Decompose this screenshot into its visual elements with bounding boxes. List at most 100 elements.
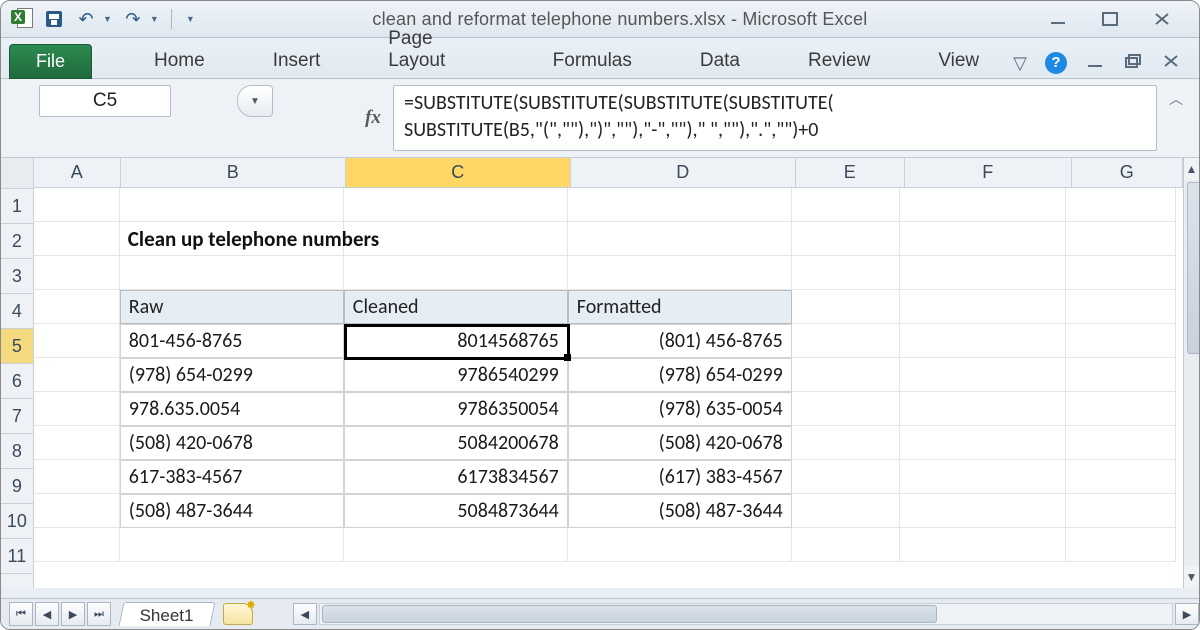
cell-cleaned[interactable]: 8014568765	[344, 324, 568, 358]
col-header[interactable]: E	[796, 158, 905, 188]
redo-icon: ↷	[125, 10, 140, 28]
col-header[interactable]: G	[1072, 158, 1183, 188]
vertical-scrollbar[interactable]: ▲ ▼	[1183, 158, 1199, 588]
formula-text: =SUBSTITUTE(SUBSTITUTE(SUBSTITUTE(SUBSTI…	[404, 91, 834, 142]
table-header-cleaned[interactable]: Cleaned	[344, 290, 568, 324]
redo-button[interactable]: ↷	[122, 8, 144, 30]
formula-bar-expand[interactable]: ︿	[1163, 85, 1189, 151]
cell-formatted[interactable]: (978) 635-0054	[568, 392, 792, 426]
save-button[interactable]	[43, 8, 65, 30]
row-header[interactable]: 9	[1, 469, 33, 504]
name-box-dropdown[interactable]: ▼	[237, 85, 273, 117]
cell-raw[interactable]: 978.635.0054	[120, 392, 344, 426]
col-header[interactable]: C	[346, 158, 571, 188]
column-headers: A B C D E F G	[34, 158, 1183, 188]
tab-view[interactable]: View	[924, 44, 993, 78]
cell-cleaned[interactable]: 5084200678	[344, 426, 568, 460]
sheet-nav-next[interactable]: ▶	[61, 602, 85, 626]
sheet-tab-label: Sheet1	[140, 606, 194, 626]
sheet-tab-sheet1[interactable]: Sheet1	[118, 602, 215, 626]
cell-formatted[interactable]: (508) 420-0678	[568, 426, 792, 460]
minimize-button[interactable]	[1045, 9, 1071, 29]
row-header[interactable]: 5	[1, 329, 33, 364]
row-header[interactable]: 11	[1, 539, 33, 574]
hscroll-track[interactable]	[319, 603, 1173, 625]
cell-formatted[interactable]: (617) 383-4567	[568, 460, 792, 494]
worksheet-grid[interactable]: 1 2 3 4 5 6 7 8 9 10 11 A B C D E F G	[1, 158, 1199, 588]
workbook-restore-button[interactable]	[1123, 53, 1143, 74]
window-title: clean and reformat telephone numbers.xls…	[195, 9, 1045, 30]
cell-raw[interactable]: 617-383-4567	[120, 460, 344, 494]
horizontal-scrollbar[interactable]: ◀ ▶	[283, 599, 1199, 629]
scroll-down-button[interactable]: ▼	[1184, 566, 1199, 588]
tab-home[interactable]: Home	[140, 44, 219, 78]
sheet-nav-last[interactable]: ⏭	[87, 602, 111, 626]
sheet-nav-first[interactable]: ⏮	[9, 602, 33, 626]
scroll-right-button[interactable]: ▶	[1175, 603, 1199, 625]
name-box[interactable]: C5	[39, 85, 171, 117]
cell-raw[interactable]: (508) 487-3644	[120, 494, 344, 528]
new-sheet-button[interactable]	[223, 603, 253, 625]
sheet-nav-prev[interactable]: ◀	[35, 602, 59, 626]
row-header[interactable]: 1	[1, 189, 33, 224]
quick-access-toolbar: X ↶ ▼ ↷ ▼ ▼	[1, 8, 195, 30]
scroll-up-button[interactable]: ▲	[1184, 158, 1199, 180]
row-header[interactable]: 6	[1, 364, 33, 399]
cell-cleaned[interactable]: 9786350054	[344, 392, 568, 426]
vscroll-thumb[interactable]	[1187, 182, 1200, 354]
row-header[interactable]: 10	[1, 504, 33, 539]
undo-dropdown[interactable]: ▼	[103, 14, 112, 24]
row-headers: 1 2 3 4 5 6 7 8 9 10 11	[1, 158, 34, 588]
formula-bar[interactable]: =SUBSTITUTE(SUBSTITUTE(SUBSTITUTE(SUBSTI…	[393, 85, 1157, 151]
hscroll-thumb[interactable]	[322, 605, 938, 623]
help-button[interactable]: ?	[1045, 52, 1067, 74]
cell-raw[interactable]: (508) 420-0678	[120, 426, 344, 460]
scroll-left-button[interactable]: ◀	[293, 603, 317, 625]
window-controls	[1045, 9, 1199, 29]
close-button[interactable]	[1149, 9, 1175, 29]
fx-label[interactable]: fx	[353, 85, 393, 151]
row-header[interactable]: 4	[1, 294, 33, 329]
cells-area[interactable]: Clean up telephone numbers Raw Cleaned F…	[34, 188, 1183, 562]
qat-customize-dropdown[interactable]: ▼	[186, 14, 195, 24]
sheet-title[interactable]: Clean up telephone numbers	[120, 222, 344, 256]
cell-formatted[interactable]: (508) 487-3644	[568, 494, 792, 528]
col-header[interactable]: D	[571, 158, 796, 188]
ribbon-minimize-icon[interactable]: ▽	[1013, 53, 1027, 74]
col-header[interactable]: B	[121, 158, 346, 188]
row-header[interactable]: 7	[1, 399, 33, 434]
cell-formatted[interactable]: (978) 654-0299	[568, 358, 792, 392]
cell-raw[interactable]: (978) 654-0299	[120, 358, 344, 392]
row-header[interactable]: 2	[1, 224, 33, 259]
qat-separator	[171, 9, 172, 29]
cell-formatted[interactable]: (801) 456-8765	[568, 324, 792, 358]
select-all-corner[interactable]	[1, 158, 33, 189]
file-tab[interactable]: File	[9, 44, 92, 79]
redo-dropdown[interactable]: ▼	[150, 14, 159, 24]
table-header-formatted[interactable]: Formatted	[568, 290, 792, 324]
cell-cleaned[interactable]: 6173834567	[344, 460, 568, 494]
col-header[interactable]: A	[34, 158, 121, 188]
cell-raw[interactable]: 801-456-8765	[120, 324, 344, 358]
cell-cleaned[interactable]: 5084873644	[344, 494, 568, 528]
tab-insert[interactable]: Insert	[259, 44, 335, 78]
excel-app-icon: X	[11, 8, 33, 30]
table-header-raw[interactable]: Raw	[120, 290, 344, 324]
tab-formulas[interactable]: Formulas	[539, 44, 646, 78]
row-header[interactable]: 8	[1, 434, 33, 469]
ribbon: File Home Insert Page Layout Formulas Da…	[1, 38, 1199, 79]
col-header[interactable]: F	[905, 158, 1072, 188]
tab-page-layout[interactable]: Page Layout	[374, 22, 498, 78]
tab-data[interactable]: Data	[686, 44, 754, 78]
maximize-button[interactable]	[1097, 9, 1123, 29]
undo-button[interactable]: ↶	[75, 8, 97, 30]
row-header[interactable]: 3	[1, 259, 33, 294]
title-bar: X ↶ ▼ ↷ ▼ ▼ clean and reformat telephone n…	[1, 1, 1199, 38]
app-window: X ↶ ▼ ↷ ▼ ▼ clean and reformat telephone n…	[0, 0, 1200, 630]
workbook-minimize-button[interactable]	[1085, 53, 1105, 74]
formula-bar-row: C5 ▼ fx =SUBSTITUTE(SUBSTITUTE(SUBSTITUT…	[1, 79, 1199, 158]
save-icon	[46, 11, 62, 27]
tab-review[interactable]: Review	[794, 44, 884, 78]
cell-cleaned[interactable]: 9786540299	[344, 358, 568, 392]
workbook-close-button[interactable]	[1161, 53, 1181, 74]
